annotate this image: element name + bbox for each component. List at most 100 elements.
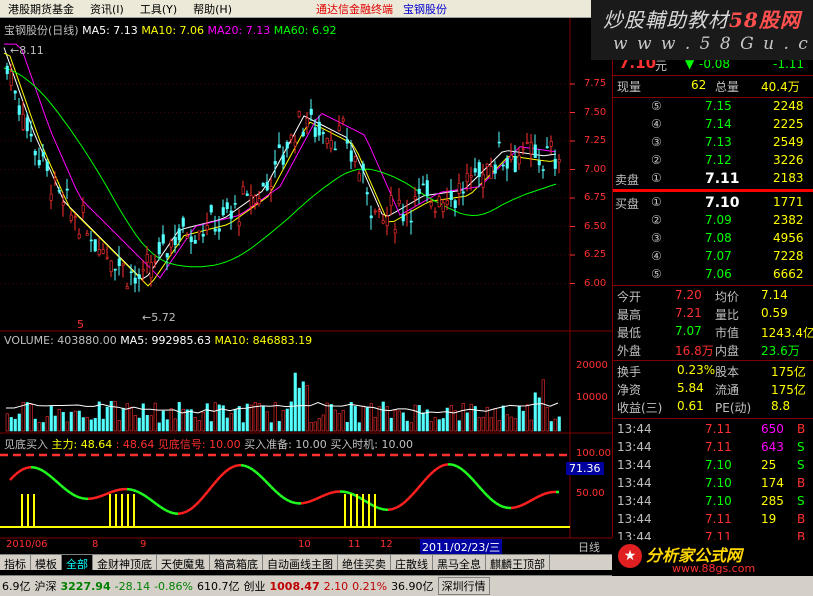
tick-side: S bbox=[797, 458, 805, 472]
status-market-button[interactable]: 深圳行情 bbox=[437, 577, 490, 595]
tab-1[interactable]: 模板 bbox=[31, 555, 62, 571]
volume-ma10: MA10: 846883.19 bbox=[214, 334, 313, 347]
tab-4[interactable]: 天使魔鬼 bbox=[157, 555, 210, 571]
volume-bar bbox=[157, 422, 161, 432]
chart-area[interactable] bbox=[0, 18, 612, 572]
tab-7[interactable]: 绝佳买卖 bbox=[338, 555, 391, 571]
indicator-segment bbox=[423, 476, 428, 482]
ask-volume: 2225 bbox=[773, 117, 804, 131]
indicator-segment bbox=[93, 496, 98, 500]
tab-8[interactable]: 庄散线 bbox=[391, 555, 433, 571]
price-y-tick: 6.00 bbox=[584, 277, 607, 289]
tab-0[interactable]: 指标 bbox=[0, 555, 31, 571]
indicator-segment bbox=[48, 474, 53, 479]
volume-bar bbox=[497, 420, 501, 432]
indicator-segment bbox=[147, 496, 152, 502]
ask-label: 卖盘 bbox=[615, 173, 640, 187]
menu-info[interactable]: 资讯(I) bbox=[82, 1, 132, 17]
candle-body bbox=[137, 274, 141, 279]
watermark-bottom: ★ 分析家公式网 www.88gs.com bbox=[612, 540, 813, 576]
ma60-label: MA60: 6.92 bbox=[273, 24, 337, 37]
ask-row[interactable]: ③ 7.13 2549 bbox=[613, 135, 813, 152]
indicator-segment bbox=[357, 495, 362, 500]
tab-2[interactable]: 全部 bbox=[62, 555, 93, 571]
tab-10[interactable]: 麒麟王顶部 bbox=[486, 555, 550, 571]
menu-hk-futures[interactable]: 港股期货基金 bbox=[0, 1, 82, 17]
indicator-segment bbox=[243, 464, 248, 468]
stat-label: 市值 bbox=[715, 326, 740, 340]
indicator-tabs: 指标 模板 全部 金财神顶底 天使魔鬼 箱高箱底 自动画线主图 绝佳买卖 庄散线 黑马全息 麒麟王顶… bbox=[0, 554, 612, 571]
volume-bar bbox=[393, 409, 397, 432]
bid-row[interactable]: 买盘 ① 7.10 1771 bbox=[613, 195, 813, 212]
bid-row[interactable]: ③ 7.08 4956 bbox=[613, 231, 813, 248]
indicator-segment bbox=[534, 495, 539, 500]
period-label[interactable]: 日线 bbox=[578, 539, 600, 555]
indicator-segment bbox=[396, 504, 401, 509]
candle-body bbox=[369, 215, 373, 219]
tab-5[interactable]: 箱高箱底 bbox=[210, 555, 263, 571]
bid-row[interactable]: ② 7.09 2382 bbox=[613, 213, 813, 230]
indicator-segment bbox=[66, 489, 71, 494]
candle-body bbox=[533, 144, 537, 158]
candle-body bbox=[233, 203, 237, 205]
stat-row: 净资 5.84 流通 175亿 bbox=[613, 381, 813, 398]
indicator-segment bbox=[291, 500, 296, 505]
indicator-segment bbox=[21, 467, 26, 471]
menu-tools[interactable]: 工具(Y) bbox=[132, 1, 185, 17]
volume-bar bbox=[457, 420, 461, 432]
indicator-segment bbox=[402, 500, 407, 505]
indicator-segment bbox=[489, 497, 494, 502]
price-y-tick: 7.75 bbox=[584, 78, 607, 89]
ask-row[interactable]: 卖盘 ① 7.11 2183 bbox=[613, 171, 813, 188]
volume-bar bbox=[501, 405, 505, 432]
volume-bar bbox=[305, 385, 309, 432]
volume-bar bbox=[285, 408, 289, 432]
volume-bar bbox=[233, 409, 237, 432]
bid-level: ④ bbox=[651, 249, 662, 263]
volume-ma5: MA5: 992985.63 bbox=[120, 334, 211, 347]
stat-row: 今开 7.20 均价 7.14 bbox=[613, 288, 813, 305]
volume-bar bbox=[189, 409, 193, 432]
ma20-label: MA20: 7.13 bbox=[207, 24, 271, 37]
candle-body bbox=[237, 221, 241, 227]
status-sh-label: 沪深 bbox=[34, 580, 57, 593]
candle-body bbox=[441, 202, 445, 212]
candle-body bbox=[257, 198, 261, 204]
volume-bar bbox=[389, 417, 393, 432]
indicator-segment bbox=[525, 500, 530, 505]
tick-side: S bbox=[797, 440, 805, 454]
indicator-segment bbox=[153, 501, 158, 506]
indicator-segment bbox=[477, 484, 482, 490]
ask-row[interactable]: ④ 7.14 2225 bbox=[613, 117, 813, 134]
ask-row[interactable]: ⑤ 7.15 2248 bbox=[613, 99, 813, 116]
candle-body bbox=[141, 269, 145, 272]
volume-bar bbox=[489, 417, 493, 432]
indicator-segment bbox=[288, 499, 293, 504]
indicator-segment bbox=[324, 492, 329, 497]
volume-title-row: VOLUME: 403880.00 MA5: 992985.63 MA10: 8… bbox=[4, 334, 312, 347]
candle-body bbox=[421, 183, 425, 186]
ask-price: 7.12 bbox=[705, 153, 732, 167]
bid-row[interactable]: ④ 7.07 7228 bbox=[613, 249, 813, 266]
menu-help[interactable]: 帮助(H) bbox=[185, 1, 240, 17]
candle-body bbox=[45, 161, 49, 171]
volume-bar bbox=[313, 421, 317, 432]
volume-bar bbox=[557, 416, 561, 432]
price-y-tick: 6.75 bbox=[584, 192, 607, 203]
volume-bar bbox=[317, 418, 321, 432]
indicator-segment bbox=[522, 502, 527, 506]
indicator-segment bbox=[219, 473, 224, 478]
tab-9[interactable]: 黑马全息 bbox=[433, 555, 486, 571]
indicator-segment bbox=[321, 493, 326, 498]
tab-3[interactable]: 金财神顶底 bbox=[93, 555, 157, 571]
bid-row[interactable]: ⑤ 7.06 6662 bbox=[613, 267, 813, 284]
watermark-text: 炒股輔助教材 bbox=[603, 8, 729, 32]
ask-row[interactable]: ② 7.12 3226 bbox=[613, 153, 813, 170]
indicator-segment bbox=[432, 468, 437, 473]
tab-6[interactable]: 自动画线主图 bbox=[263, 555, 338, 571]
tick-volume: 174 bbox=[761, 476, 784, 490]
volume-bar bbox=[53, 415, 57, 432]
indicator-segment bbox=[480, 488, 485, 494]
candle-body bbox=[425, 180, 429, 196]
volume-bar bbox=[505, 414, 509, 432]
